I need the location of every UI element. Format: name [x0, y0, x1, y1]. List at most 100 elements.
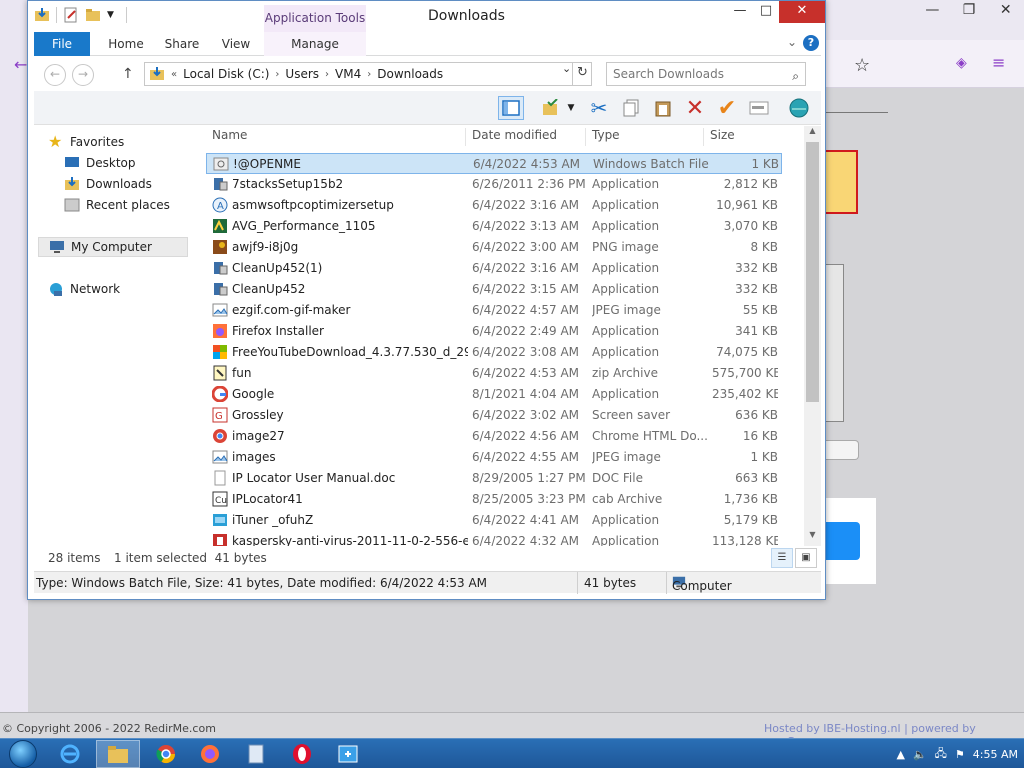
action-center-icon[interactable]: ⚑	[955, 748, 965, 761]
tab-manage[interactable]: Manage	[264, 32, 366, 56]
file-type: Chrome HTML Do...	[592, 429, 708, 443]
file-row[interactable]: !@OPENME 6/4/2022 4:53 AM Windows Batch Fi…	[206, 153, 782, 174]
file-row[interactable]: AVG_Performance_1105 6/4/2022 3:13 AM Appl…	[206, 216, 782, 237]
browser-menu-icon[interactable]: ≡	[992, 53, 1005, 72]
volume-icon[interactable]: 🔈	[913, 748, 927, 761]
network-tray-icon[interactable]: 🖧	[935, 745, 947, 764]
pocket-icon[interactable]: ◈	[956, 55, 967, 71]
folder-down-icon[interactable]	[34, 7, 50, 23]
forward-button[interactable]: →	[72, 64, 94, 86]
close-button[interactable]: ✕	[779, 1, 825, 23]
page-textarea[interactable]	[826, 264, 844, 422]
qat-dropdown-icon[interactable]: ▼	[107, 10, 114, 20]
file-row[interactable]: 7stacksSetup15b2 6/26/2011 2:36 PM Applica…	[206, 174, 782, 195]
details-view-icon[interactable]: ☰	[771, 548, 793, 568]
scroll-thumb[interactable]	[806, 142, 819, 402]
taskbar-chrome[interactable]	[144, 740, 188, 768]
paste-icon[interactable]	[650, 96, 676, 120]
file-row[interactable]: image27 6/4/2022 4:56 AM Chrome HTML Do...…	[206, 426, 782, 447]
page-input[interactable]	[826, 440, 859, 460]
tab-share[interactable]: Share	[154, 32, 210, 56]
help-icon[interactable]: ?	[803, 35, 819, 51]
checklist-icon[interactable]	[538, 96, 564, 120]
file-row[interactable]: Firefox Installer 6/4/2022 2:49 AM Applica…	[206, 321, 782, 342]
up-arrow-icon[interactable]: ↑	[122, 66, 134, 82]
delete-icon[interactable]: ✕	[682, 96, 708, 121]
cut-icon[interactable]: ✂	[586, 96, 612, 120]
maximize-button[interactable]: □	[753, 1, 779, 23]
nav-recent-places[interactable]: Recent places	[64, 195, 170, 215]
nav-network[interactable]: Network	[48, 279, 120, 299]
back-button[interactable]: ←	[44, 64, 66, 86]
start-button[interactable]	[6, 739, 40, 768]
tab-view[interactable]: View	[210, 32, 262, 56]
file-row[interactable]: CleanUp452(1) 6/4/2022 3:16 AM Application…	[206, 258, 782, 279]
file-row[interactable]: Cu IPLocator41 8/25/2005 3:23 PM cab Archiv…	[206, 489, 782, 510]
large-icons-view-icon[interactable]: ▣	[795, 548, 817, 568]
column-date-modified[interactable]: Date modified	[466, 128, 586, 146]
refresh-icon[interactable]: ↻	[572, 62, 592, 86]
tab-home[interactable]: Home	[98, 32, 154, 56]
file-row[interactable]: IP Locator User Manual.doc 8/29/2005 1:27…	[206, 468, 782, 489]
file-row[interactable]: Google 8/1/2021 4:04 AM Application 235,402…	[206, 384, 782, 405]
checklist-dropdown-icon[interactable]: ▼	[564, 96, 578, 120]
ribbon-expand-icon[interactable]: ⌄	[787, 35, 797, 49]
file-row[interactable]: kaspersky-anti-virus-2011-11-0-2-556-en 6…	[206, 531, 782, 546]
breadcrumb-users[interactable]: Users	[285, 67, 319, 81]
search-input[interactable]: Search Downloads ⌕	[606, 62, 806, 86]
new-folder-icon[interactable]	[85, 7, 101, 23]
breadcrumb-sep-icon[interactable]: ›	[367, 69, 371, 80]
minimize-button[interactable]: —	[727, 1, 753, 23]
browser-close-icon[interactable]: ✕	[987, 0, 1024, 22]
file-row[interactable]: ezgif.com-gif-maker 6/4/2022 4:57 AM JPEG …	[206, 300, 782, 321]
address-bar[interactable]: « Local Disk (C:) › Users › VM4 › Downlo…	[144, 62, 592, 86]
taskbar-firefox[interactable]	[188, 740, 232, 768]
nav-favorites[interactable]: ★ Favorites	[48, 132, 124, 152]
tab-file[interactable]: File	[34, 32, 90, 56]
file-row[interactable]: G Grossley 6/4/2022 3:02 AM Screen saver 636…	[206, 405, 782, 426]
breadcrumb-sep-icon[interactable]: ›	[325, 69, 329, 80]
title-bar[interactable]: ▼ Application Tools Downloads — □ ✕	[28, 1, 825, 32]
column-size[interactable]: Size	[704, 128, 794, 146]
file-row[interactable]: awjf9-i8j0g 6/4/2022 3:00 AM PNG image 8 KB	[206, 237, 782, 258]
nav-downloads[interactable]: Downloads	[64, 174, 152, 194]
vertical-scrollbar[interactable]: ▲ ▼	[804, 126, 821, 546]
address-dropdown-icon[interactable]: ⌄	[562, 62, 571, 75]
properties-icon[interactable]	[63, 7, 79, 23]
taskbar-explorer[interactable]	[96, 740, 140, 768]
globe-icon[interactable]	[786, 96, 812, 120]
scroll-down-icon[interactable]: ▼	[804, 530, 821, 544]
taskbar-ie[interactable]	[48, 740, 92, 768]
file-row[interactable]: fun 6/4/2022 4:53 AM zip Archive 575,700 KB	[206, 363, 782, 384]
properties-bar-icon[interactable]	[746, 96, 772, 120]
browser-back-icon[interactable]: ←	[14, 55, 27, 74]
breadcrumb-overflow[interactable]: «	[171, 69, 177, 80]
file-row[interactable]: iTuner _ofuhZ 6/4/2022 4:41 AM Application…	[206, 510, 782, 531]
tray-up-arrow-icon[interactable]: ▲	[896, 748, 904, 761]
taskbar-clock[interactable]: 4:55 AM	[973, 748, 1018, 761]
breadcrumb-vm4[interactable]: VM4	[335, 67, 361, 81]
breadcrumb-sep-icon[interactable]: ›	[275, 69, 279, 80]
taskbar-notepad[interactable]	[234, 740, 278, 768]
copy-icon[interactable]	[618, 96, 644, 120]
file-row[interactable]: FreeYouTubeDownload_4.3.77.530_d_295... 6…	[206, 342, 782, 363]
page-blue-button[interactable]	[826, 522, 860, 560]
taskbar-opera[interactable]	[280, 740, 324, 768]
preview-pane-icon[interactable]	[498, 96, 524, 120]
browser-restore-icon[interactable]: ❐	[951, 0, 988, 22]
file-row[interactable]: images 6/4/2022 4:55 AM JPEG image 1 KB	[206, 447, 782, 468]
file-row[interactable]: Aasmwsoftpcoptimizersetup 6/4/2022 3:16 A…	[206, 195, 782, 216]
file-row[interactable]: CleanUp452 6/4/2022 3:15 AM Application 332…	[206, 279, 782, 300]
scroll-up-icon[interactable]: ▲	[804, 126, 821, 140]
nav-desktop[interactable]: Desktop	[64, 153, 136, 173]
browser-minimize-icon[interactable]: —	[914, 0, 951, 22]
taskbar-app[interactable]	[326, 740, 370, 768]
column-type[interactable]: Type	[586, 128, 704, 146]
bookmark-star-icon[interactable]: ☆	[854, 55, 870, 76]
search-icon[interactable]: ⌕	[792, 65, 799, 87]
rename-check-icon[interactable]: ✔	[714, 96, 740, 121]
breadcrumb-downloads[interactable]: Downloads	[377, 67, 443, 81]
breadcrumb-local-disk[interactable]: Local Disk (C:)	[183, 67, 269, 81]
nav-my-computer[interactable]: My Computer	[38, 237, 188, 257]
column-name[interactable]: Name	[206, 128, 466, 146]
